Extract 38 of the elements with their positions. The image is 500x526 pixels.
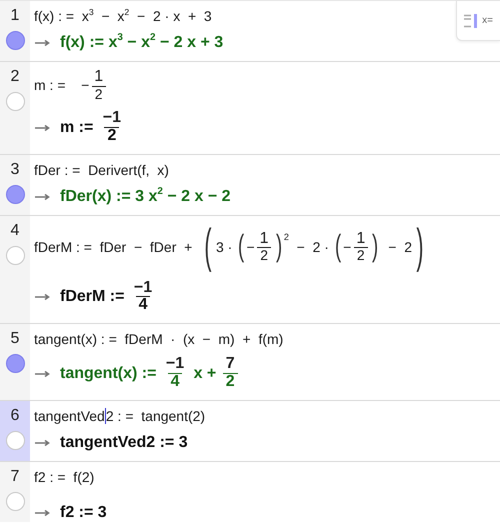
- cas-output: f(x) := x$^{3}$ − x$^{2}$ − 2 x + 3: [60, 34, 224, 52]
- row-number: 7: [10, 468, 20, 486]
- cas-input[interactable]: fDer : = Derivert(f, x): [34, 160, 169, 180]
- arrow-icon: [34, 39, 50, 47]
- visibility-toggle[interactable]: [6, 246, 24, 266]
- arrow-icon: [34, 292, 50, 301]
- algebra-view-button[interactable]: x=: [456, 1, 500, 41]
- visibility-toggle[interactable]: [6, 31, 24, 50]
- row-header[interactable]: 3: [0, 155, 30, 216]
- row-number: 4: [10, 222, 20, 240]
- row-header[interactable]: 7: [0, 462, 30, 522]
- cas-output: tangentVed2 := 3: [60, 434, 188, 452]
- visibility-toggle[interactable]: [6, 354, 24, 374]
- cas-input[interactable]: tangentVed2 : = tangent(2): [34, 406, 206, 426]
- row-header[interactable]: 5: [0, 324, 30, 400]
- row-number: 6: [10, 406, 20, 425]
- row-header[interactable]: 2: [0, 62, 30, 154]
- row-number: 1: [10, 7, 20, 25]
- arrow-icon: [34, 124, 50, 132]
- cas-output: fDer(x) := 3 x$^{2}$ − 2 x − 2: [60, 188, 230, 206]
- visibility-toggle[interactable]: [6, 185, 24, 204]
- visibility-toggle[interactable]: [6, 492, 24, 511]
- row-header[interactable]: 1: [0, 1, 30, 61]
- arrow-icon: [34, 438, 50, 447]
- visibility-toggle[interactable]: [6, 92, 24, 111]
- row-number: 3: [10, 161, 20, 180]
- row-number: 2: [10, 68, 20, 86]
- row-number: 5: [10, 330, 20, 348]
- cas-input[interactable]: tangent(x) : = fDerM · (x − m) + f(m): [34, 329, 284, 350]
- cas-input[interactable]: f(x) : = x$^{3}$ − x$^{2}$ − 2 · x + 3: [34, 6, 212, 26]
- visibility-toggle[interactable]: [6, 430, 24, 450]
- row-header[interactable]: 4: [0, 216, 30, 324]
- row-header[interactable]: 6: [0, 400, 30, 461]
- cas-input[interactable]: f2 : = f(2): [34, 466, 94, 487]
- arrow-icon: [34, 508, 50, 517]
- cas-output: f2 := 3: [60, 504, 107, 522]
- arrow-icon: [34, 193, 50, 202]
- arrow-icon: [34, 370, 50, 378]
